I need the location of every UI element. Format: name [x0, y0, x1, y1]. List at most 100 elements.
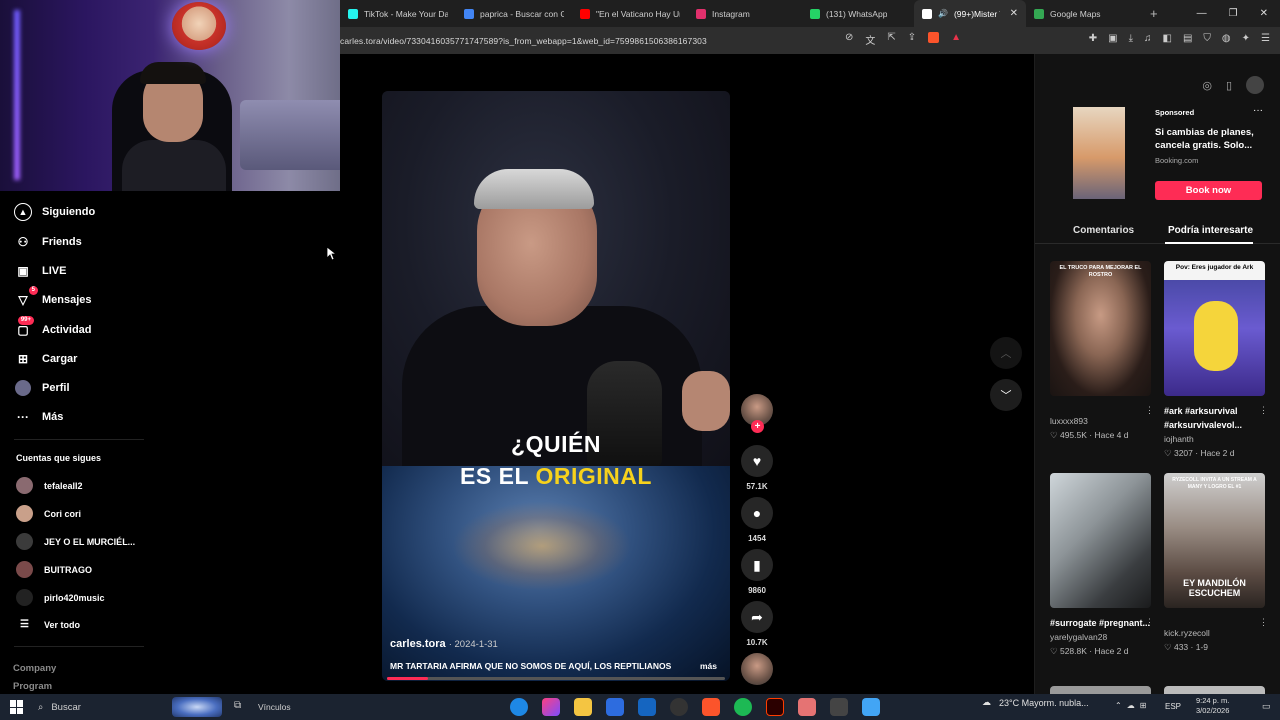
minimize-icon[interactable]: — — [1197, 8, 1207, 19]
language-indicator[interactable]: ESP — [1165, 702, 1181, 711]
task-view-icon[interactable]: ⧉ — [234, 700, 241, 711]
card-options-icon[interactable]: ⋮ — [1259, 617, 1268, 628]
card-user[interactable]: yarelygalvan28 — [1050, 632, 1151, 642]
video-thumbnail[interactable]: RYZECOLL INVITA A UN STREAM A MANY Y LOG… — [1164, 473, 1265, 608]
rewards-icon[interactable]: ▲ — [951, 32, 961, 47]
open-external-icon[interactable]: ⇱ — [887, 32, 895, 47]
footer-link-program[interactable]: Program — [13, 681, 52, 692]
video-progress-bar[interactable] — [387, 677, 725, 680]
new-tab-button[interactable]: + — [1140, 6, 1168, 21]
extensions-icon[interactable]: ✚ — [1089, 33, 1097, 44]
ad-image[interactable] — [1073, 107, 1125, 199]
save-button[interactable]: ▮ 9860 — [738, 549, 776, 595]
screenshot-icon[interactable]: ▣ — [1108, 33, 1117, 44]
author-name[interactable]: carles.tora — [390, 638, 446, 650]
compass-icon[interactable]: ◎ — [1202, 79, 1212, 92]
follow-plus-icon[interactable]: + — [751, 420, 764, 433]
video-thumbnail[interactable]: EL TRUCO PARA MEJORAR EL ROSTRO — [1050, 261, 1151, 396]
video-thumbnail[interactable]: Pov: Eres jugador de Ark — [1164, 261, 1265, 396]
creator-avatar-button[interactable]: + — [738, 394, 776, 433]
weather-widget[interactable]: ☁ 23°C Mayorm. nubla... — [982, 697, 1089, 708]
followed-account[interactable]: pirlo420music — [16, 589, 105, 606]
video-author[interactable]: carles.tora · 2024-1-31 — [390, 638, 498, 650]
system-tray-icons[interactable]: ⌃☁⊞ — [1115, 701, 1151, 710]
suggested-video-card[interactable]: #surrogate #pregnant... yarelygalvan28 ♡… — [1050, 473, 1154, 657]
profile-icon[interactable]: ◍ — [1222, 33, 1231, 44]
book-now-button[interactable]: Book now — [1155, 181, 1262, 200]
browser-tab[interactable]: TikTok - Make Your Da — [340, 0, 456, 27]
browser-tab[interactable]: Instagram — [688, 0, 802, 27]
previous-video-button[interactable]: ︿ — [990, 337, 1022, 369]
footer-link-company[interactable]: Company — [13, 663, 56, 674]
card-user[interactable]: iojhanth — [1164, 434, 1265, 444]
edge-icon[interactable] — [510, 698, 528, 716]
menu-icon[interactable]: ☰ — [1261, 33, 1270, 44]
share-button[interactable]: ➦ 10.7K — [738, 601, 776, 647]
copilot-icon[interactable] — [542, 698, 560, 716]
nav-item-upload[interactable]: ⊞ Cargar — [14, 350, 78, 368]
card-title[interactable]: #ark #arksurvival #arksurvivalevol... — [1164, 404, 1265, 432]
tool-icon[interactable] — [862, 698, 880, 716]
nav-item-messages[interactable]: ▽ 5 Mensajes — [14, 286, 92, 309]
browser-tab[interactable]: Google Maps — [1026, 0, 1140, 27]
comment-button[interactable]: ● 1454 — [738, 497, 776, 543]
clock[interactable]: 9:24 p. m. 3/02/2026 — [1196, 696, 1229, 716]
followed-account[interactable]: JEY O EL MURCIÉL... — [16, 533, 135, 550]
nav-item-live[interactable]: ▣ LIVE — [14, 262, 66, 280]
brave-icon[interactable] — [702, 698, 720, 716]
spotify-icon[interactable] — [734, 698, 752, 716]
browser-tab[interactable]: paprica - Buscar con G — [456, 0, 572, 27]
nav-item-more[interactable]: ··· Más — [14, 408, 63, 426]
close-window-icon[interactable]: ✕ — [1260, 8, 1268, 19]
see-all-link[interactable]: ☰ Ver todo — [16, 619, 80, 630]
followed-account[interactable]: tefaleall2 — [16, 477, 83, 494]
close-tab-icon[interactable]: ✕ — [1010, 8, 1018, 19]
reader-off-icon[interactable]: ⊘ — [845, 32, 853, 47]
device-icon[interactable]: ▯ — [1226, 79, 1232, 92]
browser-tab[interactable]: "En el Vaticano Hay Un — [572, 0, 688, 27]
store-icon[interactable] — [606, 698, 624, 716]
file-explorer-icon[interactable] — [574, 698, 592, 716]
browser-tab-active[interactable]: 🔊 (99+)Mister Ta ✕ — [914, 0, 1026, 27]
speaker-icon[interactable]: 🔊 — [938, 9, 948, 18]
nav-item-profile[interactable]: Perfil — [14, 379, 70, 397]
card-user[interactable]: luxxxx893 — [1050, 416, 1151, 426]
ad-options-icon[interactable]: ··· — [1253, 105, 1263, 116]
mail-icon[interactable] — [638, 698, 656, 716]
more-link[interactable]: más — [700, 661, 717, 671]
obs-icon[interactable] — [670, 698, 688, 716]
paint-icon[interactable] — [798, 698, 816, 716]
nav-item-following[interactable]: ▲ Siguiendo — [14, 203, 95, 221]
vpn-icon[interactable]: ⛉ — [1203, 33, 1211, 44]
ai-icon[interactable]: ✦ — [1242, 33, 1250, 44]
sound-avatar-button[interactable] — [738, 653, 776, 685]
tab-comments[interactable]: Comentarios — [1073, 225, 1134, 236]
browser-tab[interactable]: (131) WhatsApp — [802, 0, 914, 27]
next-card-thumbnail[interactable] — [1164, 686, 1265, 694]
next-video-button[interactable]: ﹀ — [990, 379, 1022, 411]
card-user[interactable]: kick.ryzecoll — [1164, 628, 1265, 638]
media-icon[interactable]: ♫ — [1144, 33, 1152, 44]
illustrator-icon[interactable] — [766, 698, 784, 716]
suggested-video-card[interactable]: Pov: Eres jugador de Ark #ark #arksurviv… — [1164, 261, 1268, 459]
video-thumbnail[interactable] — [1050, 473, 1151, 608]
notification-icon[interactable]: ▭ — [1262, 701, 1271, 712]
brave-shields-icon[interactable] — [928, 32, 940, 43]
card-options-icon[interactable]: ⋮ — [1145, 617, 1154, 628]
share-icon[interactable]: ⇪ — [908, 32, 916, 47]
wallet-icon[interactable]: ▤ — [1183, 33, 1192, 44]
card-options-icon[interactable]: ⋮ — [1145, 405, 1154, 416]
search-highlight-image[interactable] — [172, 697, 222, 717]
video-player[interactable]: ¿QUIÉN ES EL ORIGINAL carles.tora · 2024… — [382, 91, 730, 681]
sidebar-icon[interactable]: ◧ — [1163, 33, 1172, 44]
card-options-icon[interactable]: ⋮ — [1259, 405, 1268, 416]
taskbar-search[interactable]: ⌕ Buscar — [38, 702, 81, 713]
followed-account[interactable]: BUITRAGO — [16, 561, 92, 578]
tab-suggested[interactable]: Podría interesarte — [1168, 225, 1253, 236]
download-icon[interactable]: ⤓ — [1129, 33, 1133, 44]
suggested-video-card[interactable]: EL TRUCO PARA MEJORAR EL ROSTRO luxxxx89… — [1050, 261, 1154, 441]
windows-start-icon[interactable] — [10, 700, 24, 714]
nav-item-activity[interactable]: ▢ 99+ Actividad — [14, 316, 92, 339]
suggested-video-card[interactable]: RYZECOLL INVITA A UN STREAM A MANY Y LOG… — [1164, 473, 1268, 653]
like-button[interactable]: ♥ 57.1K — [738, 445, 776, 491]
